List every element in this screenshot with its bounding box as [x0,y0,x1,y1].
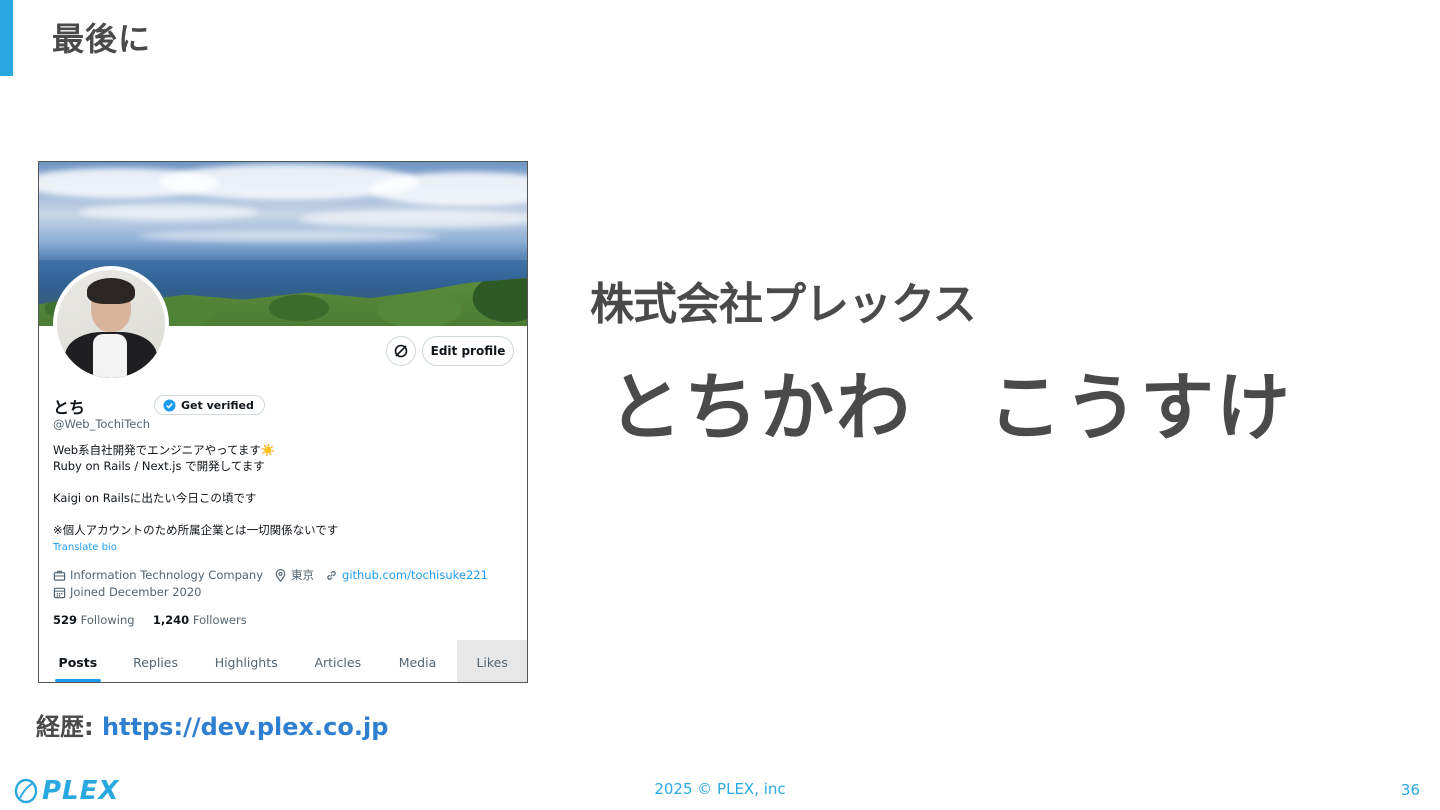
translate-bio-link[interactable]: Translate bio [53,542,117,553]
followers-count: 1,240 [152,613,190,627]
following-link[interactable]: 529 Following [53,613,135,627]
profile-tabs: Posts Replies Highlights Articles Media … [39,640,527,682]
following-count: 529 [53,613,78,627]
tab-articles[interactable]: Articles [298,640,378,682]
bio-line: Kaigi on Railsに出たい今日この頃です [53,491,257,505]
followers-label: Followers [192,613,247,627]
career-url-link[interactable]: https://dev.plex.co.jp [102,713,388,741]
location-icon [275,568,286,582]
verified-badge-icon [163,398,176,412]
link-icon [327,570,336,580]
profile-screenshot: Edit profile とち Get verified @Web_TochiT… [38,161,528,683]
bio-line: Ruby on Rails / Next.js で開発してます [53,459,265,473]
location: 東京 [291,568,315,582]
person-name: とちかわ こうすけ [608,365,1292,451]
occupation: Information Technology Company [70,568,264,582]
get-verified-label: Get verified [181,398,254,412]
edit-profile-button[interactable]: Edit profile [422,336,514,366]
bio: Web系自社開発でエンジニアやってます☀️ Ruby on Rails / Ne… [53,442,338,538]
grok-icon[interactable] [386,336,416,366]
tab-replies[interactable]: Replies [117,640,195,682]
handle: @Web_TochiTech [53,417,150,431]
followers-link[interactable]: 1,240 Followers [153,613,247,627]
tab-likes[interactable]: Likes [457,640,527,682]
career-label: 経歴: [36,713,94,741]
follow-stats: 529 Following 1,240 Followers [53,613,247,627]
following-label: Following [80,613,135,627]
title-accent-bar [0,0,13,76]
slide-title: 最後に [52,20,152,58]
briefcase-icon [53,570,66,581]
bio-line: ※個人アカウントのため所属企業とは一切関係ないです [53,523,339,537]
bio-line: Web系自社開発でエンジニアやってます☀️ [53,443,276,457]
tab-highlights[interactable]: Highlights [194,640,298,682]
profile-meta-row: Information Technology Company 東京 github… [53,567,499,583]
get-verified-button[interactable]: Get verified [154,395,265,415]
website-link[interactable]: github.com/tochisuke221 [342,568,488,582]
joined-row: Joined December 2020 [53,585,213,599]
company-name: 株式会社プレックス [590,279,977,330]
display-name: とち [53,398,86,417]
career-line: 経歴: https://dev.plex.co.jp [36,707,388,742]
tab-media[interactable]: Media [378,640,458,682]
joined-date: Joined December 2020 [70,585,202,599]
tab-posts[interactable]: Posts [39,640,117,682]
avatar[interactable] [53,266,169,382]
calendar-icon [53,587,66,598]
page-number: 36 [1400,781,1420,799]
footer-copyright: 2025 © PLEX, inc [654,780,786,798]
